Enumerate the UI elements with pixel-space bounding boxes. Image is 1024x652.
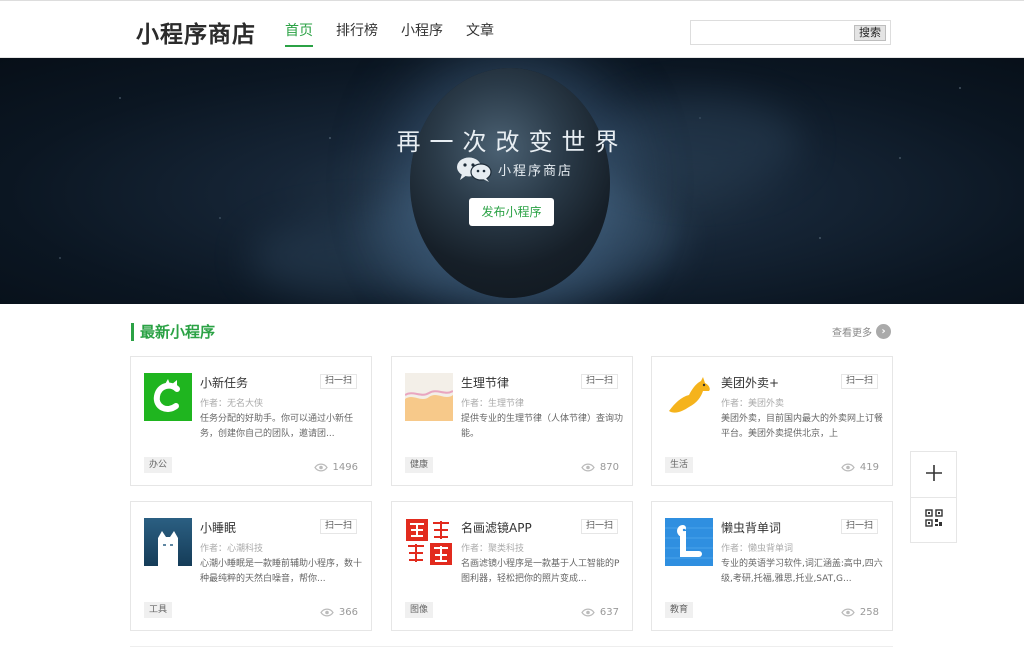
view-count-value: 637 (599, 607, 619, 618)
category-tag[interactable]: 图像 (405, 602, 434, 618)
publish-miniprogram-button[interactable]: 发布小程序 (469, 198, 554, 226)
top-header: 小程序商店 首页 排行榜 小程序 文章 搜索 (0, 0, 1024, 58)
app-name[interactable]: 名画滤镜APP (461, 519, 532, 536)
app-name[interactable]: 美团外卖+ (721, 374, 779, 391)
view-count: 419 (841, 462, 879, 473)
app-description: 美团外卖，目前国内最大的外卖网上订餐平台。美团外卖提供北京，上 (721, 414, 883, 439)
scan-button[interactable]: 扫一扫 (840, 519, 878, 534)
search-input[interactable] (695, 24, 845, 41)
app-name[interactable]: 懒虫背单词 (721, 519, 781, 536)
search-button[interactable]: 搜索 (854, 25, 886, 41)
view-more-label[interactable]: 查看更多 (832, 324, 872, 339)
view-count-value: 1496 (332, 462, 358, 473)
category-tag[interactable]: 工具 (144, 602, 173, 618)
eye-icon (841, 463, 855, 472)
scan-button[interactable]: 扫一扫 (580, 374, 618, 389)
view-count: 870 (581, 462, 619, 473)
category-tag[interactable]: 教育 (665, 602, 694, 618)
category-tag[interactable]: 健康 (405, 457, 434, 473)
app-card[interactable]: 小新任务 扫一扫 作者：无名大侠 任务分配的好助手。你可以通过小新任务，创建你自… (130, 356, 372, 486)
view-count: 258 (841, 607, 879, 618)
biorhythm-icon[interactable] (405, 373, 453, 421)
app-author: 作者：美团外卖 (721, 399, 785, 409)
app-description: 名画滤镜小程序是一款基于人工智能的P图利器，轻松把你的照片变成... (461, 559, 620, 584)
nav-ranking[interactable]: 排行榜 (336, 20, 378, 47)
nav-articles[interactable]: 文章 (466, 20, 494, 47)
xiaoxin-icon[interactable] (144, 373, 192, 421)
app-card[interactable]: 懒虫背单词 扫一扫 作者：懒虫背单词 专业的英语学习软件,词汇涵盖:高中,四六级… (651, 501, 893, 631)
app-description: 任务分配的好助手。你可以通过小新任务，创建你自己的团队，邀请团... (200, 414, 354, 439)
arrow-right-icon[interactable]: › (876, 324, 891, 339)
app-description: 心潮小睡眠是一款睡前辅助小程序，数十种最纯粹的天然白噪音，帮你... (200, 559, 362, 584)
app-card[interactable]: 生理节律 扫一扫 作者：生理节律 提供专业的生理节律（人体节律）查询功能。 健康… (391, 356, 633, 486)
banner-slogan: 再一次改变世界 (396, 128, 628, 156)
section-title: 最新小程序 (131, 323, 215, 341)
app-description: 专业的英语学习软件,词汇涵盖:高中,四六级,考研,托福,雅思,托业,SAT,G.… (721, 559, 883, 584)
lazyworm-icon[interactable] (665, 518, 713, 566)
app-author: 作者：无名大侠 (200, 399, 264, 409)
meituan-kangaroo-icon[interactable] (665, 373, 713, 421)
painting-filter-icon[interactable] (405, 518, 453, 566)
app-author: 作者：心潮科技 (200, 544, 264, 554)
divider (130, 646, 893, 647)
app-author: 作者：聚类科技 (461, 544, 525, 554)
nav-home[interactable]: 首页 (285, 20, 313, 47)
sleep-cat-icon[interactable] (144, 518, 192, 566)
view-count: 366 (320, 607, 358, 618)
eye-icon (841, 608, 855, 617)
scan-button[interactable]: 扫一扫 (580, 519, 618, 534)
app-name[interactable]: 小新任务 (200, 374, 248, 391)
qr-code-button[interactable] (911, 497, 956, 542)
category-tag[interactable]: 办公 (144, 457, 173, 473)
banner-brand: 小程序商店 (456, 156, 573, 182)
eye-icon (320, 608, 334, 617)
site-logo[interactable]: 小程序商店 (136, 15, 256, 49)
app-name[interactable]: 生理节律 (461, 374, 509, 391)
main-nav: 首页 排行榜 小程序 文章 (285, 20, 494, 47)
earth-graphic (410, 68, 610, 298)
view-more-link[interactable]: 查看更多 › (832, 324, 891, 339)
view-count-value: 258 (859, 607, 879, 618)
add-button[interactable] (911, 452, 956, 497)
app-card[interactable]: 名画滤镜APP 扫一扫 作者：聚类科技 名画滤镜小程序是一款基于人工智能的P图利… (391, 501, 633, 631)
view-count-value: 870 (599, 462, 619, 473)
app-description: 提供专业的生理节律（人体节律）查询功能。 (461, 414, 623, 439)
app-card[interactable]: 小睡眠 扫一扫 作者：心潮科技 心潮小睡眠是一款睡前辅助小程序，数十种最纯粹的天… (130, 501, 372, 631)
wechat-icon (456, 156, 492, 182)
eye-icon (581, 608, 595, 617)
view-count: 1496 (313, 462, 358, 473)
plus-icon[interactable] (925, 464, 943, 486)
eye-icon (581, 463, 595, 472)
hero-banner: 再一次改变世界 小程序商店 发布小程序 (0, 58, 1024, 304)
scan-button[interactable]: 扫一扫 (840, 374, 878, 389)
eye-icon (313, 463, 328, 472)
app-name[interactable]: 小睡眠 (200, 519, 236, 536)
nav-miniprograms[interactable]: 小程序 (401, 20, 443, 47)
search-box: 搜索 (690, 20, 891, 45)
view-count-value: 366 (338, 607, 358, 618)
banner-brand-text: 小程序商店 (498, 163, 574, 179)
view-count-value: 419 (859, 462, 879, 473)
category-tag[interactable]: 生活 (665, 457, 694, 473)
view-count: 637 (581, 607, 619, 618)
app-card[interactable]: 美团外卖+ 扫一扫 作者：美团外卖 美团外卖，目前国内最大的外卖网上订餐平台。美… (651, 356, 893, 486)
scan-button[interactable]: 扫一扫 (319, 519, 357, 534)
floating-side-panel (910, 451, 957, 543)
qr-code-icon[interactable] (924, 509, 943, 531)
app-author: 作者：懒虫背单词 (721, 544, 794, 554)
scan-button[interactable]: 扫一扫 (319, 374, 357, 389)
app-author: 作者：生理节律 (461, 399, 525, 409)
